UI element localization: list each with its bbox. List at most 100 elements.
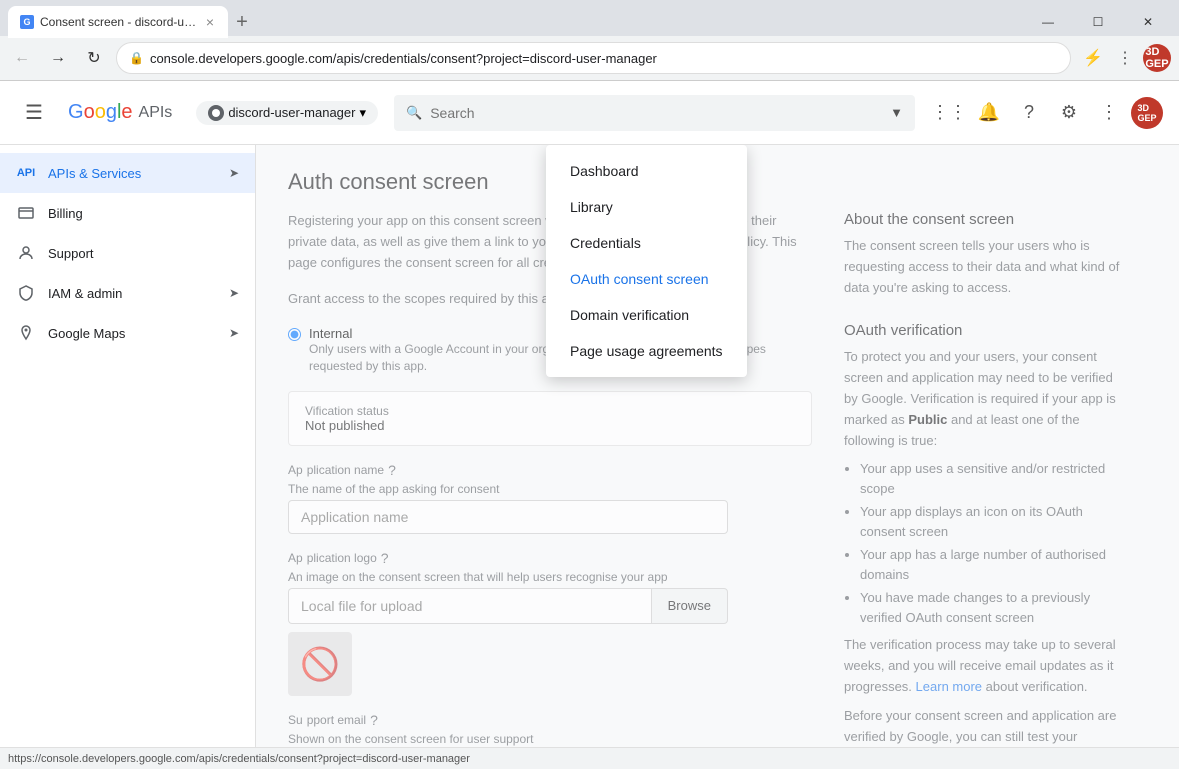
dropdown-library[interactable]: Library [546,189,747,225]
profile-avatar[interactable]: 3DGEP [1143,44,1171,72]
status-value: Not published [305,418,795,433]
tab-close-button[interactable]: × [204,13,216,31]
header-actions: ⋮⋮ 🔔 ? ⚙ ⋮ 3DGEP [931,95,1163,131]
maximize-button[interactable]: ☐ [1075,8,1121,36]
minimize-button[interactable]: — [1025,8,1071,36]
dropdown-domain[interactable]: Domain verification [546,297,747,333]
toolbar-icons: ⚡ ⋮ 3DGEP [1079,44,1171,72]
verification-status: Vification status Not published [288,391,812,446]
lock-icon: 🔒 [129,51,144,65]
logo-o2: o [95,101,106,123]
maps-icon [16,323,36,343]
project-chevron: ▾ [359,105,366,121]
content-sidebar: About the consent screen The consent scr… [844,211,1124,747]
sidebar-item-billing[interactable]: Billing [0,193,255,233]
sidebar-item-apis[interactable]: API APIs & Services ➤ [0,153,255,193]
header-search: 🔍 ▼ [394,95,915,131]
apis-icon: API [16,163,36,183]
iam-icon [16,283,36,303]
url-bar[interactable]: 🔒 console.developers.google.com/apis/cre… [116,42,1071,74]
user-avatar[interactable]: 3DGEP [1131,97,1163,129]
apis-chevron: ➤ [229,166,239,180]
apps-button[interactable]: ⋮⋮ [931,95,967,131]
app-logo-label: Application logo ? [288,550,812,566]
support-email-label: Support email ? [288,712,812,728]
iam-chevron: ➤ [229,286,239,300]
about-consent-text: The consent screen tells your users who … [844,236,1124,298]
more-menu-button[interactable]: ⋮ [1111,44,1139,72]
browse-button[interactable]: Browse [651,588,728,624]
app-name-field: Application name ? The name of the app a… [288,462,812,534]
internal-radio[interactable] [288,328,301,341]
oauth-verification-text: To protect you and your users, your cons… [844,347,1124,747]
google-apis-logo: Google APIs [68,101,172,124]
oauth-verification-card: OAuth verification To protect you and yo… [844,322,1124,747]
project-selector[interactable]: discord-user-manager ▾ [196,101,378,125]
support-email-help-icon[interactable]: ? [370,712,378,728]
window-controls: — ☐ ✕ [1025,8,1171,36]
search-expand-icon[interactable]: ▼ [890,105,903,120]
forward-button[interactable]: → [44,44,72,72]
dropdown-dashboard[interactable]: Dashboard [546,153,747,189]
sidebar-item-support[interactable]: Support [0,233,255,273]
sidebar-item-iam[interactable]: IAM & admin ➤ [0,273,255,313]
app-logo-help-icon[interactable]: ? [381,550,389,566]
learn-more-verification-link[interactable]: Learn more [916,679,982,694]
bullet-4: You have made changes to a previously ve… [860,588,1124,627]
about-consent-card: About the consent screen The consent scr… [844,211,1124,298]
dropdown-page-usage[interactable]: Page usage agreements [546,333,747,369]
bullet-3: Your app has a large number of authorise… [860,545,1124,584]
project-name: discord-user-manager [228,105,355,120]
google-logo-text: Google [68,101,133,124]
app-container: ☰ Google APIs discord-user-manager ▾ 🔍 ▼… [0,81,1179,747]
dropdown-credentials[interactable]: Credentials [546,225,747,261]
support-email-field: Support email ? Shown on the consent scr… [288,712,812,746]
refresh-button[interactable]: ↻ [80,44,108,72]
dropdown-overlay: Dashboard Library Credentials OAuth cons… [546,145,747,377]
more-options-button[interactable]: ⋮ [1091,95,1127,131]
search-input[interactable] [430,105,886,121]
project-dot [208,105,224,121]
support-icon [16,243,36,263]
main-layout: API APIs & Services ➤ Billing Support [0,145,1179,747]
tab-title: Consent screen - discord-user-m [40,15,198,29]
dropdown-menu: Dashboard Library Credentials OAuth cons… [546,145,747,377]
logo-g: G [68,101,84,123]
logo-placeholder-icon: 🚫 [300,645,340,683]
logo-g2: g [106,101,117,123]
sidebar: API APIs & Services ➤ Billing Support [0,145,256,747]
extensions-button[interactable]: ⚡ [1079,44,1107,72]
bullet-2: Your app displays an icon on its OAuth c… [860,502,1124,541]
billing-icon [16,203,36,223]
help-button[interactable]: ? [1011,95,1047,131]
logo-o1: o [84,101,95,123]
dropdown-oauth[interactable]: OAuth consent screen [546,261,747,297]
file-input[interactable] [288,588,651,624]
hamburger-menu[interactable]: ☰ [16,95,52,131]
status-bar: https://console.developers.google.com/ap… [0,747,1179,769]
close-button[interactable]: ✕ [1125,8,1171,36]
sidebar-item-label: Billing [48,206,239,221]
bullet-1: Your app uses a sensitive and/or restric… [860,459,1124,498]
status-url: https://console.developers.google.com/ap… [8,753,470,765]
apis-text: APIs [139,104,173,122]
sidebar-item-label: APIs & Services [48,166,217,181]
maps-chevron: ➤ [229,326,239,340]
address-bar: ← → ↻ 🔒 console.developers.google.com/ap… [0,36,1179,80]
settings-button[interactable]: ⚙ [1051,95,1087,131]
new-tab-button[interactable]: + [228,8,256,36]
tab-bar: G Consent screen - discord-user-m × + [8,6,256,38]
app-logo-desc: An image on the consent screen that will… [288,570,812,584]
app-logo-field: Application logo ? An image on the conse… [288,550,812,696]
active-tab[interactable]: G Consent screen - discord-user-m × [8,6,228,38]
about-consent-title: About the consent screen [844,211,1124,228]
notification-button[interactable]: 🔔 [971,95,1007,131]
app-name-desc: The name of the app asking for consent [288,482,812,496]
sidebar-item-maps[interactable]: Google Maps ➤ [0,313,255,353]
file-input-row: Browse [288,588,728,624]
app-name-input[interactable] [288,500,728,534]
verification-bullets: Your app uses a sensitive and/or restric… [844,459,1124,627]
back-button[interactable]: ← [8,44,36,72]
public-text: Public [908,412,947,427]
app-name-help-icon[interactable]: ? [388,462,396,478]
